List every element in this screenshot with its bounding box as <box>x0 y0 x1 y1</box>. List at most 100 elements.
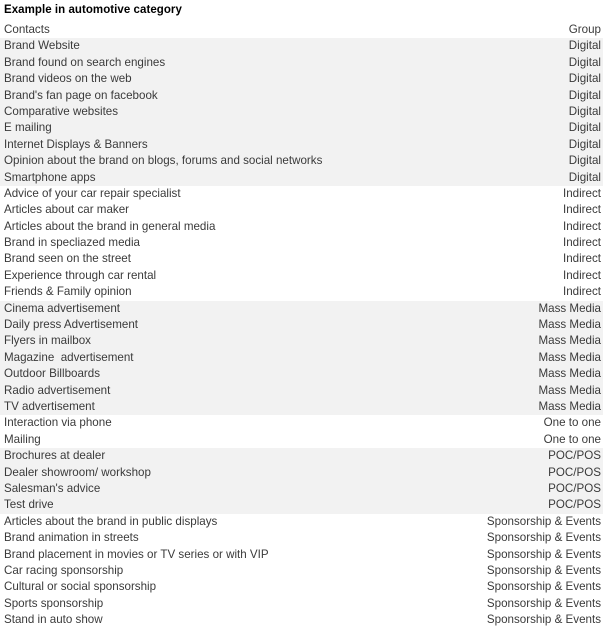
table-row: Test drive POC/POS <box>0 497 603 514</box>
cell-group-name: Indirect <box>562 268 601 282</box>
cell-contact-name: Interaction via phone <box>4 416 112 430</box>
cell-contact-name: Friends & Family opinion <box>4 285 132 299</box>
cell-group-name: Indirect <box>562 219 601 233</box>
cell-contact-name: Articles about the brand in public displ… <box>4 514 218 528</box>
table-row: Articles about the brand in general medi… <box>0 218 603 236</box>
cell-contact-name: Test drive <box>4 498 54 512</box>
cell-contact-name: Daily press Advertisement <box>4 318 139 332</box>
cell-contact-name: Radio advertisement <box>4 383 111 397</box>
cell-group-name: Sponsorship & Events <box>486 531 601 545</box>
cell-contact-name: Salesman's advice <box>4 481 101 495</box>
table-row: Advice of your car repair specialist Indi… <box>0 185 603 203</box>
page-title: Example in automotive category <box>4 4 182 16</box>
cell-group-name: One to one <box>543 416 601 430</box>
cell-group-name: Digital <box>568 72 601 86</box>
table-row: Articles about car maker Indirect <box>0 202 603 219</box>
table-row: Friends & Family opinion Indirect <box>0 284 603 301</box>
table-row: Salesman's advice POC/POS <box>0 480 603 498</box>
column-header-group: Group <box>568 23 601 36</box>
cell-group-name: POC/POS <box>548 481 601 495</box>
table-row: Brand in specliazed media Indirect <box>0 235 603 252</box>
cell-contact-name: Brand videos on the web <box>4 72 132 86</box>
cell-contact-name: Outdoor Billboards <box>4 367 101 381</box>
cell-group-name: Sponsorship & Events <box>486 580 601 594</box>
table-row: Dealer showroom/ workshop POC/POS <box>0 464 603 481</box>
cell-group-name: Mass Media <box>538 301 602 315</box>
table-row: Brand found on search engines Digital <box>0 54 603 72</box>
cell-contact-name: Flyers in mailbox <box>4 334 91 348</box>
cell-group-name: Digital <box>568 137 601 151</box>
cell-contact-name: Comparative websites <box>4 104 119 118</box>
table-row: Cinema advertisement Mass Media <box>0 300 603 318</box>
cell-group-name: Digital <box>568 55 601 69</box>
table-row: Smartphone apps Digital <box>0 169 603 186</box>
cell-group-name: Indirect <box>562 285 601 299</box>
cell-group-name: Digital <box>568 104 601 118</box>
cell-group-name: Digital <box>568 88 601 102</box>
cell-group-name: Digital <box>568 39 601 53</box>
cell-group-name: Indirect <box>562 203 601 217</box>
cell-contact-name: Brand Website <box>4 39 80 53</box>
cell-group-name: Digital <box>568 154 601 168</box>
contacts-table: Contacts Group Brand Website Digital Brand… <box>0 22 603 629</box>
table-row: Articles about the brand in public displ… <box>0 513 603 531</box>
column-header-contacts: Contacts <box>4 23 50 36</box>
cell-group-name: Indirect <box>562 252 601 266</box>
cell-contact-name: Brochures at dealer <box>4 449 106 463</box>
cell-group-name: One to one <box>543 432 601 446</box>
table-row: Comparative websites Digital <box>0 103 603 121</box>
cell-group-name: Indirect <box>562 236 601 250</box>
document-root: Example in automotive category Contacts … <box>0 0 603 633</box>
cell-group-name: Sponsorship & Events <box>486 514 601 528</box>
table-row: Brand's fan page on facebook Digital <box>0 87 603 104</box>
cell-group-name: POC/POS <box>548 465 601 479</box>
table-row: Mailing One to one <box>0 431 603 449</box>
cell-group-name: POC/POS <box>548 498 601 512</box>
cell-contact-name: E mailing <box>4 121 52 135</box>
cell-contact-name: Sports sponsorship <box>4 596 104 610</box>
table-row: Experience through car rental Indirect <box>0 267 603 285</box>
cell-group-name: Mass Media <box>538 399 602 413</box>
cell-group-name: Digital <box>568 170 601 184</box>
cell-contact-name: Internet Displays & Banners <box>4 137 148 151</box>
cell-group-name: Indirect <box>562 186 601 200</box>
cell-group-name: Sponsorship & Events <box>486 563 601 577</box>
cell-contact-name: Stand in auto show <box>4 613 103 627</box>
cell-group-name: Mass Media <box>538 334 602 348</box>
table-row: Radio advertisement Mass Media <box>0 382 603 399</box>
cell-group-name: Mass Media <box>538 350 602 364</box>
cell-group-name: Sponsorship & Events <box>486 547 601 561</box>
table-row: Car racing sponsorship Sponsorship & Even… <box>0 562 603 580</box>
cell-group-name: Sponsorship & Events <box>486 596 601 610</box>
cell-contact-name: Mailing <box>4 432 41 446</box>
table-row: Brand Website Digital <box>0 38 603 55</box>
table-row: Outdoor Billboards Mass Media <box>0 366 603 383</box>
cell-contact-name: Brand placement in movies or TV series o… <box>4 547 269 561</box>
cell-contact-name: Brand's fan page on facebook <box>4 88 158 102</box>
cell-contact-name: Cinema advertisement <box>4 301 120 315</box>
cell-contact-name: Smartphone apps <box>4 170 96 184</box>
cell-contact-name: Brand animation in streets <box>4 531 139 545</box>
table-row: Brand seen on the street Indirect <box>0 251 603 268</box>
cell-group-name: POC/POS <box>548 449 601 463</box>
cell-contact-name: Magazine advertisement <box>4 350 134 364</box>
cell-contact-name: Articles about car maker <box>4 203 130 217</box>
table-row: Interaction via phone One to one <box>0 415 603 432</box>
cell-group-name: Mass Media <box>538 318 602 332</box>
table-row: Brochures at dealer POC/POS <box>0 448 603 465</box>
cell-group-name: Sponsorship & Events <box>486 613 601 627</box>
cell-group-name: Digital <box>568 121 601 135</box>
table-row: Internet Displays & Banners Digital <box>0 136 603 154</box>
table-row: Cultural or social sponsorship Sponsorshi… <box>0 579 603 596</box>
cell-contact-name: Brand in specliazed media <box>4 236 140 250</box>
cell-contact-name: Advice of your car repair specialist <box>4 186 181 200</box>
cell-contact-name: Cultural or social sponsorship <box>4 580 157 594</box>
table-row: Brand videos on the web Digital <box>0 71 603 88</box>
cell-group-name: Mass Media <box>538 367 602 381</box>
table-row: Sports sponsorship Sponsorship & Events <box>0 595 603 613</box>
table-row: Opinion about the brand on blogs, forums… <box>0 153 603 170</box>
table-row: E mailing Digital <box>0 120 603 137</box>
table-row: Brand placement in movies or TV series o… <box>0 546 603 563</box>
table-row: Daily press Advertisement Mass Media <box>0 317 603 334</box>
table-row: Brand animation in streets Sponsorship & … <box>0 530 603 547</box>
